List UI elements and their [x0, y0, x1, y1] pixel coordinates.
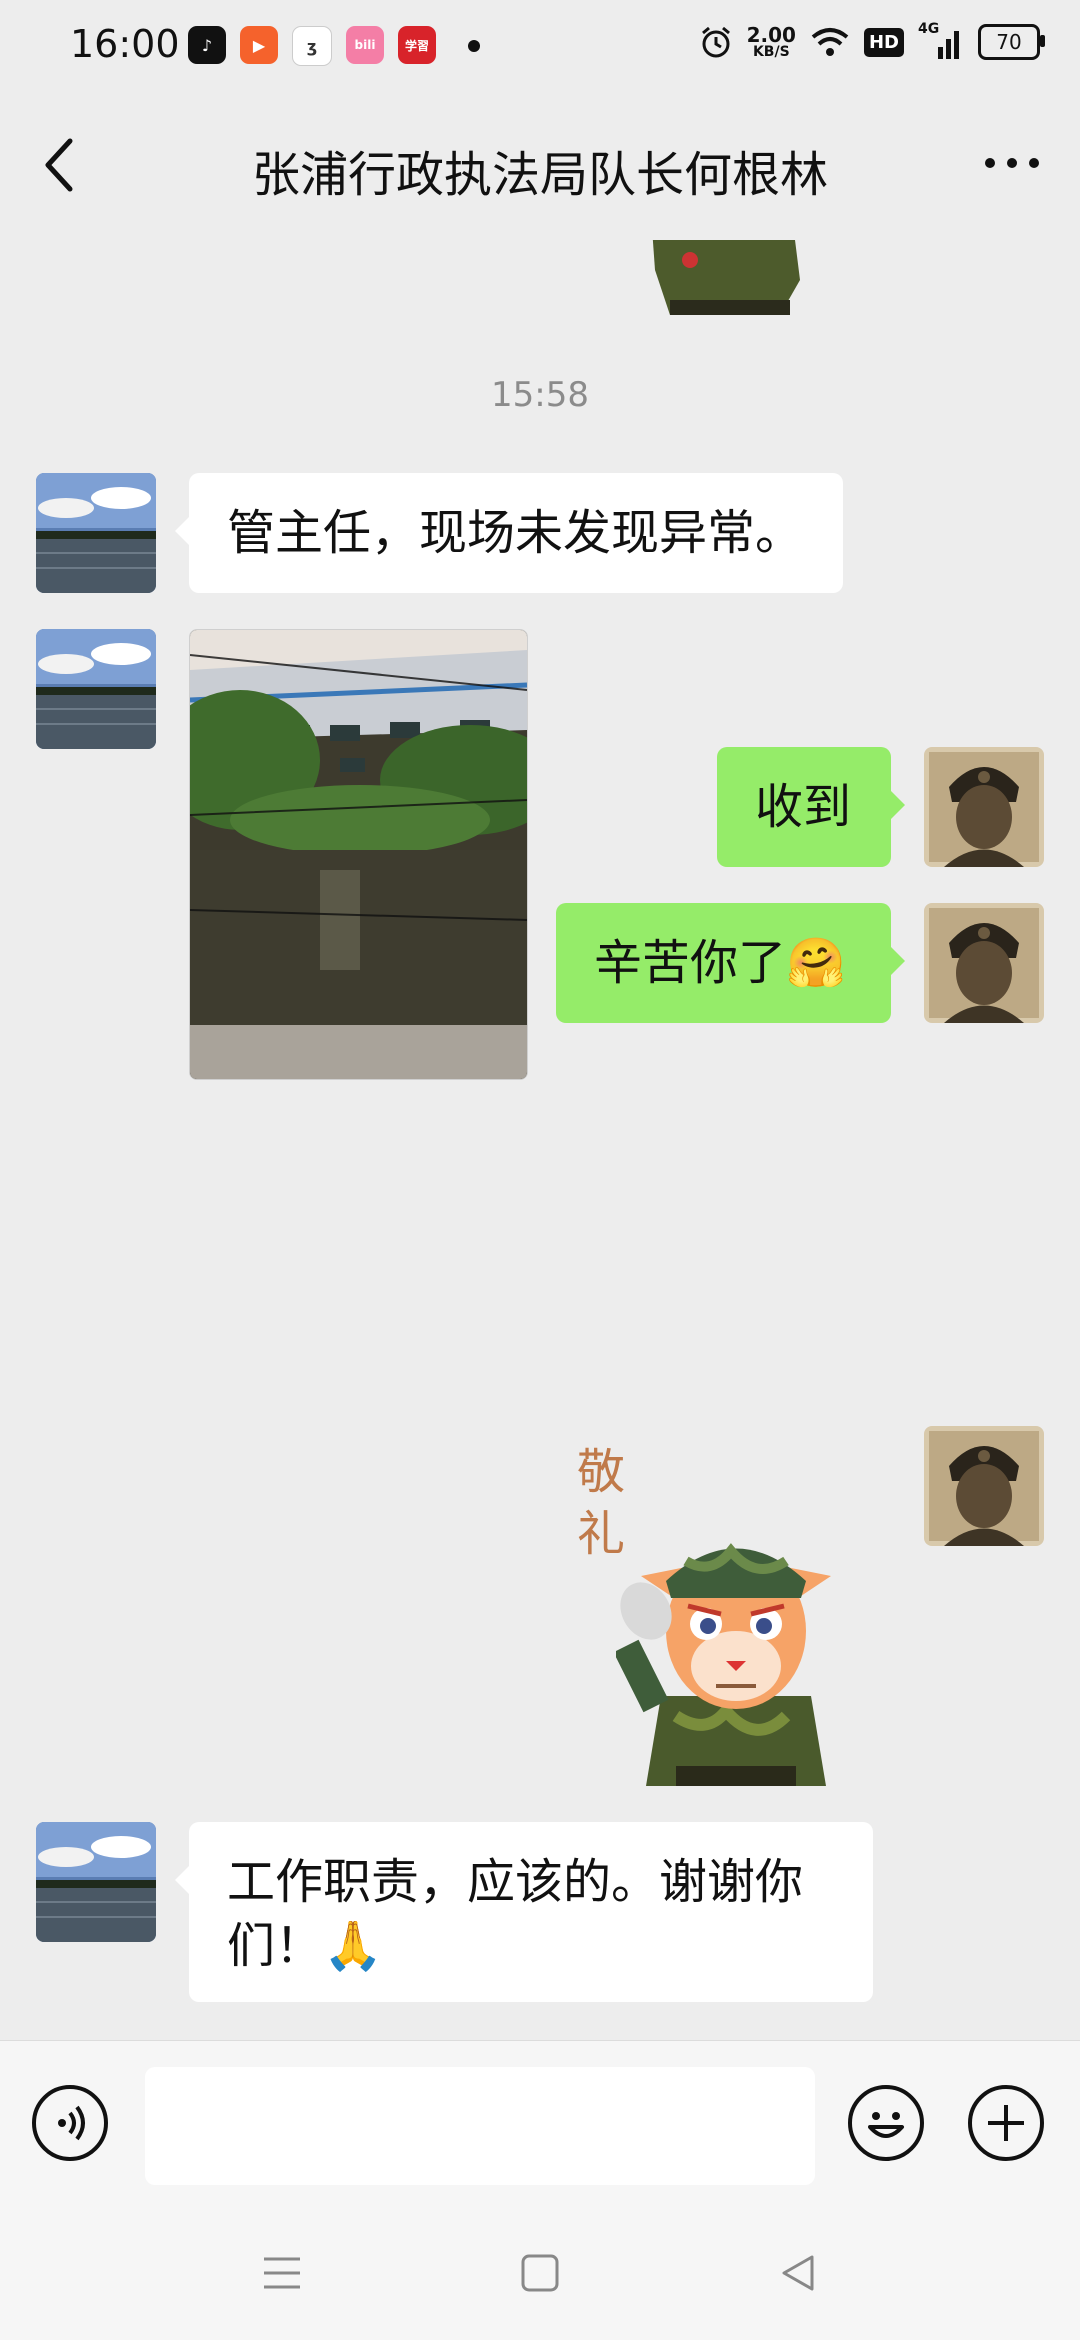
notification-dot	[468, 40, 480, 52]
xuexi-icon: 学習	[398, 26, 436, 64]
battery-icon: 70	[978, 24, 1045, 60]
tiktok-icon: ♪	[188, 26, 226, 64]
contact-avatar[interactable]	[36, 473, 156, 593]
status-time: 16:00	[70, 22, 180, 66]
status-indicators: 2.00 KB/S HD 4G 70	[699, 21, 1045, 60]
signal-type: 4G	[918, 21, 940, 37]
alarm-icon	[701, 26, 730, 58]
message-image[interactable]	[189, 629, 528, 1080]
network-speed-value: 2.00	[746, 23, 796, 47]
chat-title: 张浦行政执法局队长何根林	[251, 147, 828, 203]
system-nav-bar	[0, 2200, 1080, 2340]
salute-sticker[interactable]: 敬礼	[556, 1426, 856, 1786]
my-avatar[interactable]	[924, 747, 1044, 867]
message-text: 工作职责，应该的。谢谢你们！🙏	[227, 1854, 804, 1974]
message-text: 辛苦你了🤗	[594, 935, 846, 991]
contact-avatar[interactable]	[36, 1822, 156, 1942]
timestamp: 15:58	[491, 375, 589, 415]
message-list[interactable]: 15:58 管主任，现场未发现异常。 收到 辛苦你了🤗 敬礼 工作职责，应该的。…	[0, 240, 1080, 2040]
more-options-icon[interactable]	[982, 143, 1042, 183]
notification-icons: ♪ ▶ ʒ bili 学習	[188, 26, 436, 66]
message-bubble[interactable]: 工作职责，应该的。谢谢你们！🙏	[175, 1822, 873, 2002]
previous-sticker[interactable]	[630, 240, 820, 315]
chat-header: 张浦行政执法局队长何根林	[0, 95, 1080, 240]
plus-icon[interactable]	[968, 2085, 1044, 2161]
network-speed-unit: KB/S	[752, 44, 790, 60]
menu-icon[interactable]	[262, 2255, 302, 2291]
status-bar: 16:00 ♪ ▶ ʒ bili 学習 2.00 KB/S HD 4G 70	[0, 0, 1080, 95]
network-speed: 2.00 KB/S	[747, 25, 796, 59]
battery-level: 70	[996, 30, 1022, 54]
app-icon: ʒ	[292, 26, 332, 66]
message-bubble[interactable]: 辛苦你了🤗	[556, 903, 905, 1023]
message-bubble[interactable]: 收到	[717, 747, 905, 867]
signal-icon: 4G	[918, 21, 964, 59]
message-text: 收到	[755, 779, 852, 835]
voice-icon[interactable]	[32, 2085, 108, 2161]
my-avatar[interactable]	[924, 903, 1044, 1023]
message-bubble[interactable]: 管主任，现场未发现异常。	[175, 473, 843, 593]
my-avatar[interactable]	[924, 1426, 1044, 1546]
home-icon[interactable]	[520, 2253, 560, 2293]
contact-avatar[interactable]	[36, 629, 156, 749]
wifi-icon	[811, 28, 849, 56]
message-input[interactable]	[145, 2067, 815, 2185]
emoji-icon[interactable]	[848, 2085, 924, 2161]
kuaishou-icon: ▶	[240, 26, 278, 64]
hd-badge: HD	[863, 27, 904, 57]
back-triangle-icon[interactable]	[778, 2253, 818, 2293]
message-text: 管主任，现场未发现异常。	[227, 505, 804, 561]
bilibili-icon: bili	[346, 26, 384, 64]
